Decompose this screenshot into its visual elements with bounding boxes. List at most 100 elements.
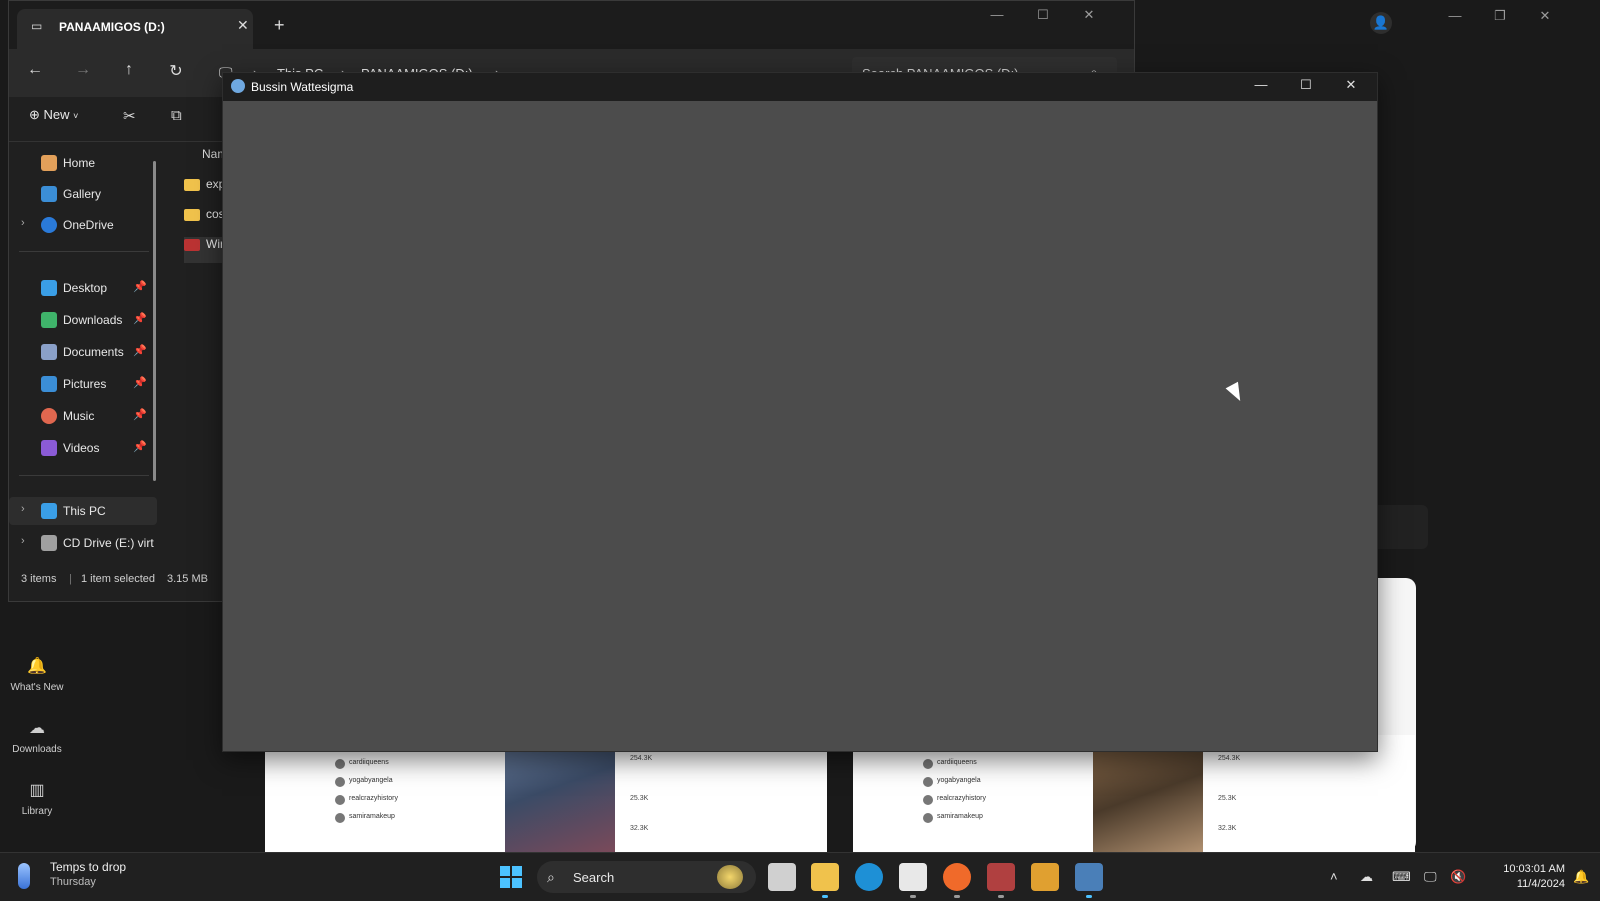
clock-date[interactable]: 11/4/2024 (1491, 878, 1565, 890)
file-row[interactable]: exp (184, 177, 225, 203)
plus-circle-icon: ⊕ (29, 107, 40, 122)
sidebar-item-label: Music (63, 409, 95, 423)
thumbnail-card[interactable]: pieceramics cardiiqueens yogabyangela re… (853, 735, 1415, 852)
explorer-minimize-button[interactable]: — (977, 7, 1017, 27)
explorer-close-button[interactable]: ✕ (1069, 7, 1109, 27)
edge-icon[interactable] (855, 863, 883, 891)
background-titlebar: 👤 — ❐ ✕ (1110, 0, 1600, 48)
firefox-icon[interactable] (943, 863, 971, 891)
up-arrow-icon[interactable]: ↑ (115, 61, 143, 85)
network-icon[interactable]: 🖵 (1424, 869, 1437, 885)
sidebar-item-label: CD Drive (E:) virt (63, 536, 154, 550)
media-player-icon[interactable] (1031, 863, 1059, 891)
avatar (335, 777, 345, 787)
sidebar-item-gallery[interactable]: Gallery (9, 180, 157, 208)
account-icon[interactable]: 👤 (1370, 12, 1392, 34)
background-restore-button[interactable]: ❐ (1485, 8, 1515, 26)
explorer-tab-bar: ▭ PANAAMIGOS (D:) ✕ + — ☐ ✕ (9, 1, 1134, 49)
game-app-icon[interactable] (1075, 863, 1103, 891)
sidebar-item-music[interactable]: Music 📌 (9, 402, 157, 430)
avatar (923, 813, 933, 823)
explorer-tab[interactable]: ▭ PANAAMIGOS (D:) ✕ (17, 9, 253, 49)
onedrive-icon[interactable]: ☁ (1360, 869, 1373, 885)
sidebar-item-label: This PC (63, 504, 106, 518)
tab-close-icon[interactable]: ✕ (237, 17, 249, 34)
thumb-row: cardiiqueens (349, 759, 389, 766)
bell-sparkle-icon: 🔔 (27, 658, 47, 675)
rail-item-downloads[interactable]: ☁ Downloads (0, 718, 74, 755)
thumb-row: yogabyangela (937, 777, 981, 784)
sidebar-item-onedrive[interactable]: › OneDrive (9, 211, 157, 239)
app-window[interactable]: Bussin Wattesigma — ☐ ✕ (222, 72, 1378, 752)
status-bar: 3 items | 1 item selected 3.15 MB (9, 573, 234, 597)
winrar-icon[interactable] (987, 863, 1015, 891)
background-minimize-button[interactable]: — (1440, 8, 1470, 26)
windows-logo-icon (512, 878, 522, 888)
app-close-button[interactable]: ✕ (1331, 77, 1371, 97)
rail-item-library[interactable]: ▥ Library (0, 780, 74, 817)
sidebar-item-downloads[interactable]: Downloads 📌 (9, 306, 157, 334)
app-maximize-button[interactable]: ☐ (1286, 77, 1326, 97)
file-row[interactable]: cos (184, 207, 225, 233)
start-button[interactable] (500, 866, 522, 888)
rail-label: Downloads (12, 744, 62, 755)
download-icon (41, 312, 57, 328)
keyboard-icon[interactable]: ⌨ (1392, 869, 1411, 885)
chevron-right-icon[interactable]: › (21, 535, 25, 547)
back-arrow-icon[interactable]: ← (21, 61, 49, 85)
thumb-row: samiramakeup (349, 813, 395, 820)
video-preview[interactable] (1093, 735, 1203, 852)
notification-icon[interactable]: 🔔 (1573, 869, 1589, 885)
avatar (923, 759, 933, 769)
rail-item-whats-new[interactable]: 🔔 What's New (0, 656, 74, 693)
copy-icon[interactable]: ⧉ (171, 107, 182, 124)
video-preview[interactable] (505, 735, 615, 852)
sidebar-item-pictures[interactable]: Pictures 📌 (9, 370, 157, 398)
weather-day: Thursday (50, 876, 96, 888)
taskbar-search[interactable]: ⌕ Search (537, 861, 756, 893)
pin-icon: 📌 (133, 377, 147, 389)
sidebar-item-this-pc[interactable]: › This PC (9, 497, 157, 525)
file-explorer-icon[interactable] (811, 863, 839, 891)
app-titlebar[interactable]: Bussin Wattesigma — ☐ ✕ (223, 73, 1377, 101)
forward-arrow-icon[interactable]: → (69, 61, 97, 85)
sidebar-item-home[interactable]: Home (9, 149, 157, 177)
weather-widget[interactable]: Temps to drop Thursday (18, 859, 198, 895)
rail-label: Library (21, 806, 53, 817)
file-row-selected[interactable]: Wir (184, 237, 224, 263)
sidebar-scrollbar[interactable] (153, 161, 156, 481)
divider (19, 251, 149, 252)
app-minimize-button[interactable]: — (1241, 77, 1281, 97)
windows-logo-icon (500, 878, 510, 888)
avatar (335, 813, 345, 823)
folder-icon (184, 178, 200, 191)
sidebar-item-desktop[interactable]: Desktop 📌 (9, 274, 157, 302)
clock-time[interactable]: 10:03:01 AM (1491, 863, 1565, 875)
comment-count: 25.3K (1218, 795, 1237, 802)
pin-icon: 📌 (133, 345, 147, 357)
thumbnail-card[interactable]: pieceramics cardiiqueens yogabyangela re… (265, 735, 827, 852)
new-tab-button[interactable]: + (274, 15, 285, 36)
sidebar-item-videos[interactable]: Videos 📌 (9, 434, 157, 462)
chevron-right-icon[interactable]: › (21, 217, 25, 229)
chevron-down-icon: ˅ (73, 111, 79, 121)
store-icon[interactable] (899, 863, 927, 891)
explorer-maximize-button[interactable]: ☐ (1023, 7, 1063, 27)
running-indicator (998, 895, 1004, 898)
background-thumbnails: pieceramics cardiiqueens yogabyangela re… (265, 735, 1415, 852)
tab-title: PANAAMIGOS (D:) (59, 20, 165, 34)
cd-drive-icon (41, 535, 57, 551)
pin-icon: 📌 (133, 441, 147, 453)
background-close-button[interactable]: ✕ (1530, 8, 1560, 26)
sidebar-item-cd-drive[interactable]: › CD Drive (E:) virt (9, 529, 157, 557)
speaker-muted-icon[interactable]: 🔇 (1450, 869, 1466, 885)
new-button[interactable]: ⊕ New ˅ (29, 107, 78, 123)
task-view-icon[interactable] (768, 863, 796, 891)
cut-icon[interactable]: ✂ (123, 107, 136, 125)
chevron-up-icon[interactable]: ˄ (1330, 869, 1338, 884)
like-count: 254.3K (1218, 755, 1241, 762)
chevron-right-icon[interactable]: › (21, 503, 25, 515)
sidebar-item-documents[interactable]: Documents 📌 (9, 338, 157, 366)
like-count: 254.3K (630, 755, 653, 762)
refresh-icon[interactable]: ↻ (162, 61, 190, 85)
